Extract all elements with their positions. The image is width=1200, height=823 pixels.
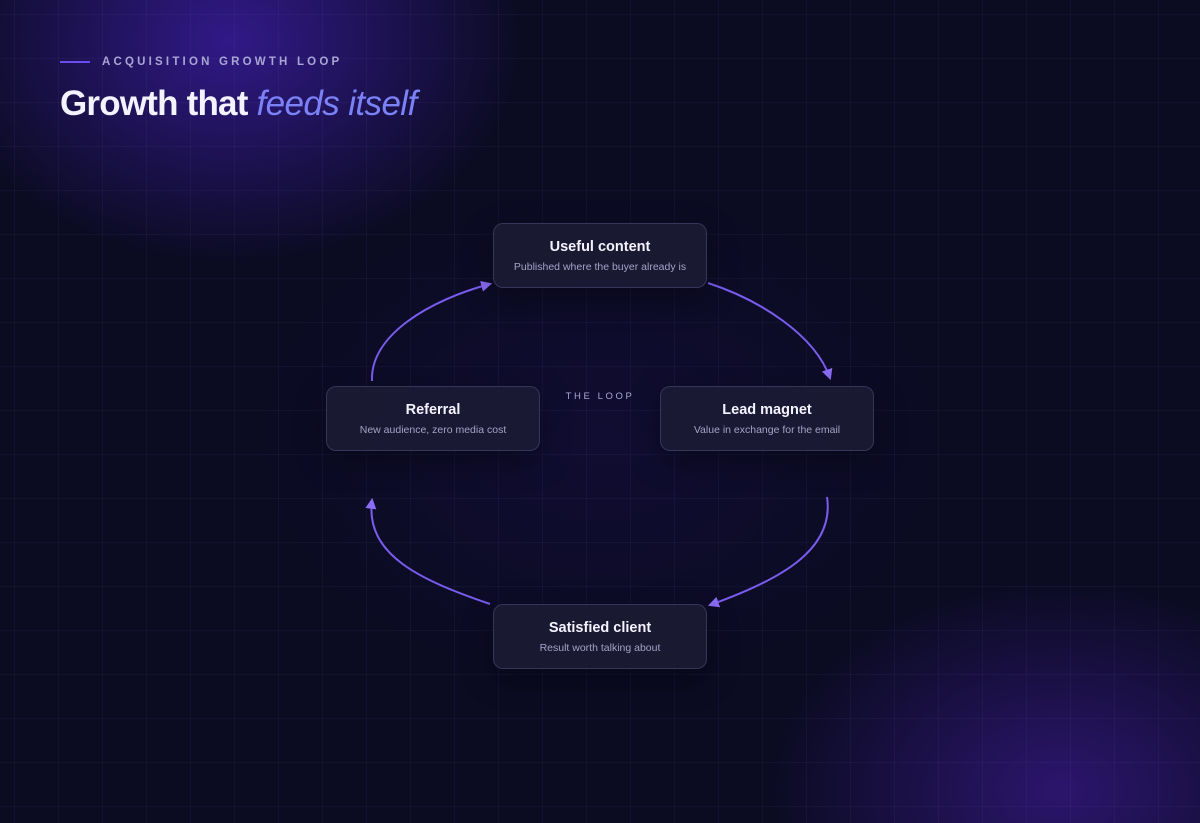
arrow-content-to-magnet (707, 282, 833, 381)
slide-canvas: ACQUISITION GROWTH LOOP Growth that feed… (0, 0, 1200, 823)
loop-arrows (365, 280, 833, 608)
node-subtitle: New audience, zero media cost (359, 423, 507, 436)
node-lead-magnet: Lead magnet Value in exchange for the em… (660, 386, 874, 451)
node-title: Satisfied client (548, 619, 652, 636)
node-referral: Referral New audience, zero media cost (326, 386, 540, 451)
node-title: Referral (405, 401, 461, 418)
node-subtitle: Published where the buyer already is (513, 260, 687, 273)
node-subtitle: Result worth talking about (539, 641, 661, 654)
arrow-magnet-to-client (707, 496, 829, 608)
node-useful-content: Useful content Published where the buyer… (493, 223, 707, 288)
node-subtitle: Value in exchange for the email (693, 423, 841, 436)
node-title: Lead magnet (722, 401, 812, 418)
arrow-client-to-referral (365, 497, 491, 605)
arrow-referral-to-content (370, 280, 493, 382)
node-title: Useful content (549, 238, 651, 255)
loop-center-label: THE LOOP (565, 391, 635, 402)
node-satisfied-client: Satisfied client Result worth talking ab… (493, 604, 707, 669)
